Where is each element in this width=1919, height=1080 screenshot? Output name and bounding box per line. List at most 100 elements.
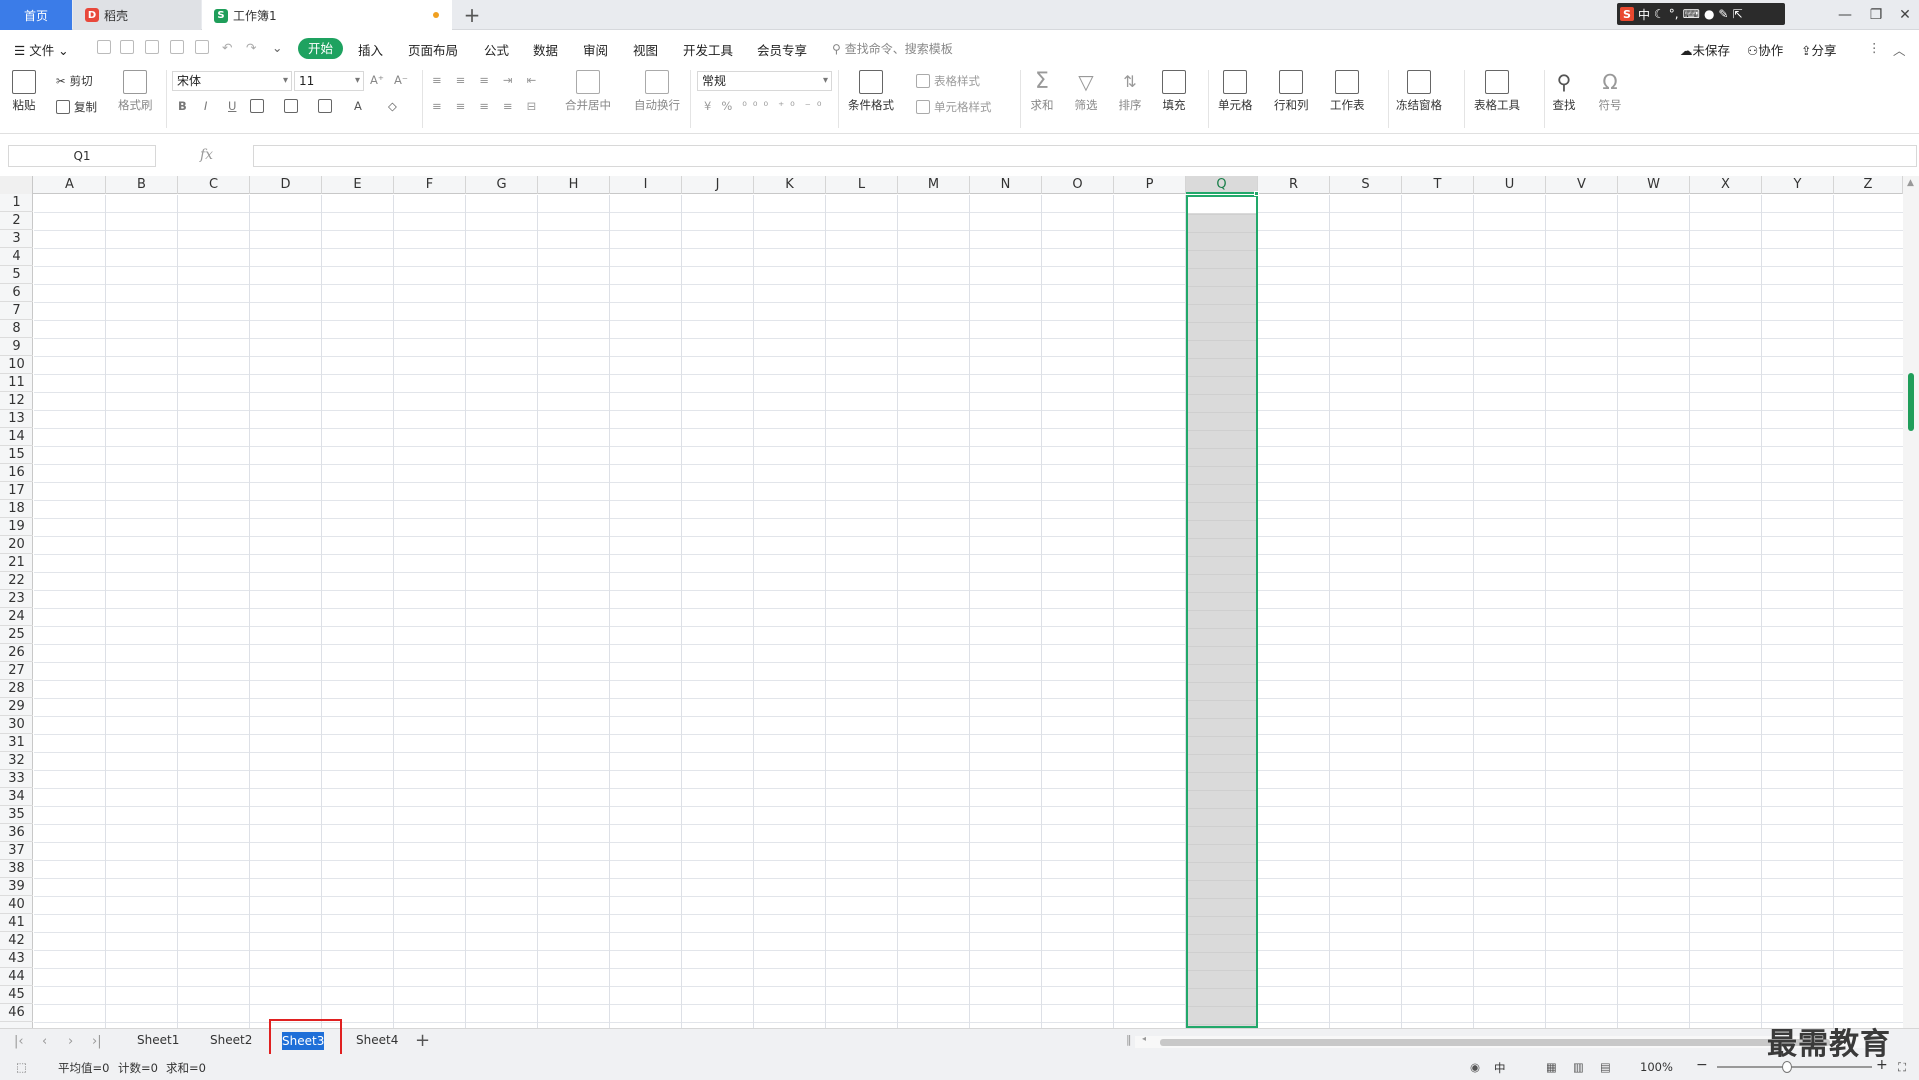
vertical-align-group[interactable]: ≡ ≡ ≡ ⇥ ⇤ xyxy=(432,73,546,87)
row-col-button[interactable]: 行和列 xyxy=(1274,70,1309,113)
tab-review[interactable]: 审阅 xyxy=(583,40,608,59)
row-header-2[interactable]: 2 xyxy=(0,212,33,230)
cell-fill-button[interactable] xyxy=(284,99,298,113)
number-format-select[interactable]: 常规 xyxy=(697,71,832,91)
close-button[interactable]: ✕ xyxy=(1895,5,1915,25)
row-header-28[interactable]: 28 xyxy=(0,680,33,698)
row-header-17[interactable]: 17 xyxy=(0,482,33,500)
last-sheet-icon[interactable]: ›| xyxy=(92,1034,102,1049)
vertical-scrollbar[interactable]: ▲ xyxy=(1903,176,1919,1028)
cell-area[interactable] xyxy=(34,195,1903,1028)
row-header-23[interactable]: 23 xyxy=(0,590,33,608)
row-header-33[interactable]: 33 xyxy=(0,770,33,788)
column-header-t[interactable]: T xyxy=(1402,176,1474,194)
column-header-a[interactable]: A xyxy=(34,176,106,194)
cell-button[interactable]: 单元格 xyxy=(1218,70,1253,113)
row-header-9[interactable]: 9 xyxy=(0,338,33,356)
column-header-v[interactable]: V xyxy=(1546,176,1618,194)
freeze-panes-button[interactable]: 冻结窗格 xyxy=(1396,70,1442,113)
row-header-26[interactable]: 26 xyxy=(0,644,33,662)
row-header-18[interactable]: 18 xyxy=(0,500,33,518)
fill-button[interactable]: 填充 xyxy=(1162,70,1186,113)
row-header-6[interactable]: 6 xyxy=(0,284,33,302)
vertical-scroll-thumb[interactable] xyxy=(1908,373,1914,431)
italic-button[interactable]: I xyxy=(204,99,207,113)
select-all-corner[interactable] xyxy=(0,176,33,194)
font-grow-button[interactable]: A⁺ xyxy=(370,73,384,87)
row-header-1[interactable]: 1 xyxy=(0,194,33,212)
scroll-left-icon[interactable]: ◂ xyxy=(1142,1034,1146,1043)
table-tools-button[interactable]: 表格工具 xyxy=(1474,70,1520,113)
sheet-tab-4[interactable]: Sheet4 xyxy=(356,1033,398,1047)
print-preview-icon[interactable] xyxy=(195,40,209,54)
underline-button[interactable]: U xyxy=(228,99,236,113)
row-header-46[interactable]: 46 xyxy=(0,1004,33,1022)
collapse-ribbon-icon[interactable]: ︿ xyxy=(1893,40,1906,59)
row-header-10[interactable]: 10 xyxy=(0,356,33,374)
row-header-43[interactable]: 43 xyxy=(0,950,33,968)
row-header-41[interactable]: 41 xyxy=(0,914,33,932)
row-header-16[interactable]: 16 xyxy=(0,464,33,482)
row-header-13[interactable]: 13 xyxy=(0,410,33,428)
highlight-button[interactable] xyxy=(318,99,332,113)
row-header-36[interactable]: 36 xyxy=(0,824,33,842)
selected-column-q[interactable] xyxy=(1186,195,1258,1028)
column-header-m[interactable]: M xyxy=(898,176,970,194)
column-header-r[interactable]: R xyxy=(1258,176,1330,194)
row-header-4[interactable]: 4 xyxy=(0,248,33,266)
tab-developer[interactable]: 开发工具 xyxy=(683,40,733,59)
function-icon[interactable]: fx xyxy=(200,147,213,163)
row-header-5[interactable]: 5 xyxy=(0,266,33,284)
column-header-p[interactable]: P xyxy=(1114,176,1186,194)
new-doc-icon[interactable] xyxy=(97,40,111,54)
formula-input[interactable] xyxy=(253,145,1917,167)
column-header-y[interactable]: Y xyxy=(1762,176,1834,194)
row-header-37[interactable]: 37 xyxy=(0,842,33,860)
column-header-d[interactable]: D xyxy=(250,176,322,194)
export-icon[interactable] xyxy=(145,40,159,54)
row-header-40[interactable]: 40 xyxy=(0,896,33,914)
table-style-button[interactable]: 表格样式 xyxy=(916,73,980,89)
zoom-slider[interactable] xyxy=(1717,1066,1872,1068)
hscroll-splitter-icon[interactable]: ‖ xyxy=(1126,1033,1132,1046)
row-header-11[interactable]: 11 xyxy=(0,374,33,392)
merge-center-button[interactable]: 合并居中 xyxy=(565,70,611,113)
scroll-up-icon[interactable]: ▲ xyxy=(1907,178,1914,188)
font-size-select[interactable]: 11 xyxy=(294,71,364,91)
ime-toolbar[interactable]: S 中 ☾ °, ⌨ ● ✎ ⇱ xyxy=(1617,3,1785,25)
row-header-30[interactable]: 30 xyxy=(0,716,33,734)
border-button[interactable] xyxy=(250,99,264,113)
zoom-level[interactable]: 100% xyxy=(1640,1060,1673,1074)
active-cell[interactable] xyxy=(1188,197,1256,213)
row-header-8[interactable]: 8 xyxy=(0,320,33,338)
sheet-tab-1[interactable]: Sheet1 xyxy=(137,1033,179,1047)
conditional-format-button[interactable]: 条件格式 xyxy=(848,70,894,113)
tab-workbook[interactable]: S 工作簿1 xyxy=(202,0,452,31)
name-box[interactable]: Q1 xyxy=(8,145,156,167)
tab-daoke[interactable]: D 稻壳 xyxy=(73,0,201,30)
format-painter-button[interactable]: 格式刷 xyxy=(118,70,153,113)
sort-button[interactable]: ⇅ 排序 xyxy=(1118,70,1142,113)
macro-record-icon[interactable]: ⬚ xyxy=(16,1060,27,1074)
spreadsheet-grid[interactable]: ABCDEFGHIJKLMNOPQRSTUVWXYZ 1 2 3 4 5 6 7 8 9 10 11… xyxy=(0,176,1919,1028)
row-header-27[interactable]: 27 xyxy=(0,662,33,680)
minimize-button[interactable]: — xyxy=(1835,5,1855,25)
row-header-35[interactable]: 35 xyxy=(0,806,33,824)
row-header-31[interactable]: 31 xyxy=(0,734,33,752)
collab-button[interactable]: ⚇协作 xyxy=(1747,40,1783,59)
column-header-h[interactable]: H xyxy=(538,176,610,194)
column-header-e[interactable]: E xyxy=(322,176,394,194)
page-layout-view-icon[interactable]: ▥ xyxy=(1573,1060,1584,1074)
number-format-group[interactable]: ¥% ⁰⁰⁰ ⁺⁰ ⁻⁰ xyxy=(704,99,827,113)
cut-button[interactable]: ✂ 剪切 xyxy=(56,73,93,89)
quick-access-dropdown-icon[interactable]: ⌄ xyxy=(272,40,282,55)
sum-button[interactable]: Σ 求和 xyxy=(1030,70,1054,113)
column-header-n[interactable]: N xyxy=(970,176,1042,194)
share-button[interactable]: ⇪分享 xyxy=(1801,40,1837,59)
restore-button[interactable]: ❐ xyxy=(1866,5,1886,25)
find-button[interactable]: ⚲ 查找 xyxy=(1552,70,1576,113)
row-header-34[interactable]: 34 xyxy=(0,788,33,806)
eye-protection-icon[interactable]: ◉ xyxy=(1470,1060,1480,1074)
tab-page-layout[interactable]: 页面布局 xyxy=(408,40,458,59)
column-header-j[interactable]: J xyxy=(682,176,754,194)
